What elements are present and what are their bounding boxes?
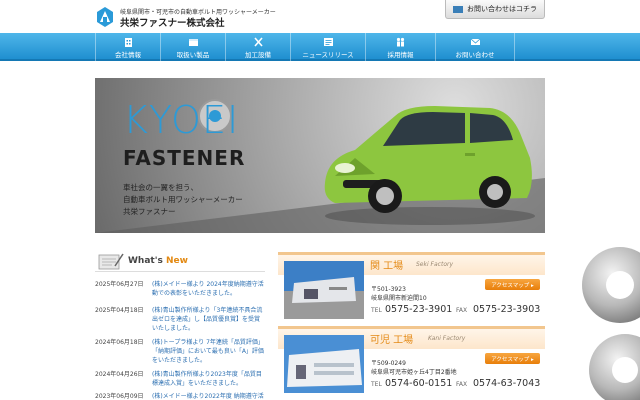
factory-name-en: Seki Factory [416,261,454,268]
contact-button-label: お問い合わせはコチラ [467,5,537,13]
news-section: What's New 2025年06月27日 (株)メイドー様より 2024年度… [95,250,265,400]
news-link[interactable]: (株)トープラ様より 7年連続「品質評価」「納期評価」において最も良い「A」評価… [152,338,264,365]
factory-name-en: Kani Factory [428,335,466,342]
main-nav: 会社情報 取扱い製品 加工設備 ニュースリリース 採用情報 お問い合わせ [0,33,640,61]
access-map-button[interactable]: アクセスマップ ▸ [485,279,540,290]
nav-label: ニュースリリース [302,51,354,59]
news-link[interactable]: (株)メイドー様より2022年度 納期遵守活動 [152,392,264,400]
factory-zip: 〒501-3923 [371,286,406,293]
factory-address: 岐阜県関市新迫間10 [371,295,427,302]
access-map-button[interactable]: アクセスマップ ▸ [485,353,540,364]
factory-card-seki: 関 工場 Seki Factory アクセスマップ ▸ 〒501-3923 岐阜… [278,252,545,322]
factory-photo [284,335,364,393]
nav-item-news[interactable]: ニュースリリース [290,33,365,61]
tel-label: TEL [371,381,382,388]
nav-label: 採用情報 [387,51,414,59]
company-logo[interactable] [95,6,115,28]
news-heading-b: New [165,256,188,266]
factory-photo [284,261,364,319]
news-link[interactable]: (株)青山製作所様より「3年連続不具合流出ゼロを達成」し【品質優良賞】を受賞いた… [152,306,264,333]
hero-kyoei-text: KYOEI [123,98,240,142]
nav-item-products[interactable]: 取扱い製品 [160,33,225,61]
site-header: 岐阜県関市・可児市の自動車ボルト用ワッシャーメーカー 共栄ファスナー株式会社 お… [0,0,640,33]
fax-label: FAX [456,307,468,314]
tel-label: TEL [371,307,382,314]
news-date: 2024年04月26日 [95,371,144,378]
factory-name: 関 工場 [370,261,404,272]
factory-tel: 0575-23-3901 [385,304,453,315]
nav-label: 会社情報 [115,51,141,59]
nav-label: お問い合わせ [455,51,495,59]
fax-label: FAX [456,381,468,388]
company-name[interactable]: 共栄ファスナー株式会社 [120,15,225,29]
news-title-bar: What's New [95,250,265,272]
hero-line-1: 車社会の一翼を担う、 [123,183,198,192]
hero-fastener-text: FASTENER [123,146,246,170]
nav-item-company[interactable]: 会社情報 [95,33,160,61]
hero-banner: KYOEI FASTENER 車社会の一翼を担う、 自動車ボルト用ワッシャーメー… [95,78,545,233]
nav-item-recruit[interactable]: 採用情報 [365,33,435,61]
factory-fax: 0575-23-3903 [473,304,541,315]
news-heading-a: What's [128,256,163,266]
nav-item-contact[interactable]: お問い合わせ [435,33,515,61]
nav-item-equipment[interactable]: 加工設備 [225,33,290,61]
factory-address: 岐阜県可児市姫ヶ丘4丁目2番地 [371,369,457,376]
green-car-image [324,106,535,225]
factory-name: 可児 工場 [370,335,414,346]
factory-tel: 0574-60-0151 [385,378,453,389]
factory-zip: 〒509-0249 [371,360,406,367]
news-link[interactable]: (株)メイドー様より 2024年度納期遵守活動での表彰をいただきました。 [152,280,264,298]
tools-icon [253,37,263,47]
news-date: 2023年06月09日 [95,393,144,400]
news-date: 2025年04月18日 [95,307,144,314]
mail-icon [470,38,480,45]
box-icon [188,39,198,46]
hero-line-3: 共栄ファスナー [123,207,176,216]
nav-label: 取扱い製品 [176,51,210,59]
contact-button[interactable]: お問い合わせはコチラ [445,0,545,19]
factory-fax: 0574-63-7043 [473,378,541,389]
news-icon [323,38,333,46]
mail-icon [453,5,463,13]
notepad-icon [98,253,124,270]
news-link[interactable]: (株)青山製作所様より2023年度「品質目標達成入賞」をいただきました。 [152,370,264,388]
nav-label: 加工設備 [245,51,271,59]
factory-card-kani: 可児 工場 Kani Factory アクセスマップ ▸ 〒509-0249 岐… [278,326,545,396]
people-icon [396,37,405,47]
building-icon [124,38,132,47]
news-date: 2025年06月27日 [95,281,144,288]
news-date: 2024年06月18日 [95,339,144,346]
hero-line-2: 自動車ボルト用ワッシャーメーカー [123,195,243,204]
washers-decoration [582,247,640,400]
news-heading: What's New [128,256,188,266]
